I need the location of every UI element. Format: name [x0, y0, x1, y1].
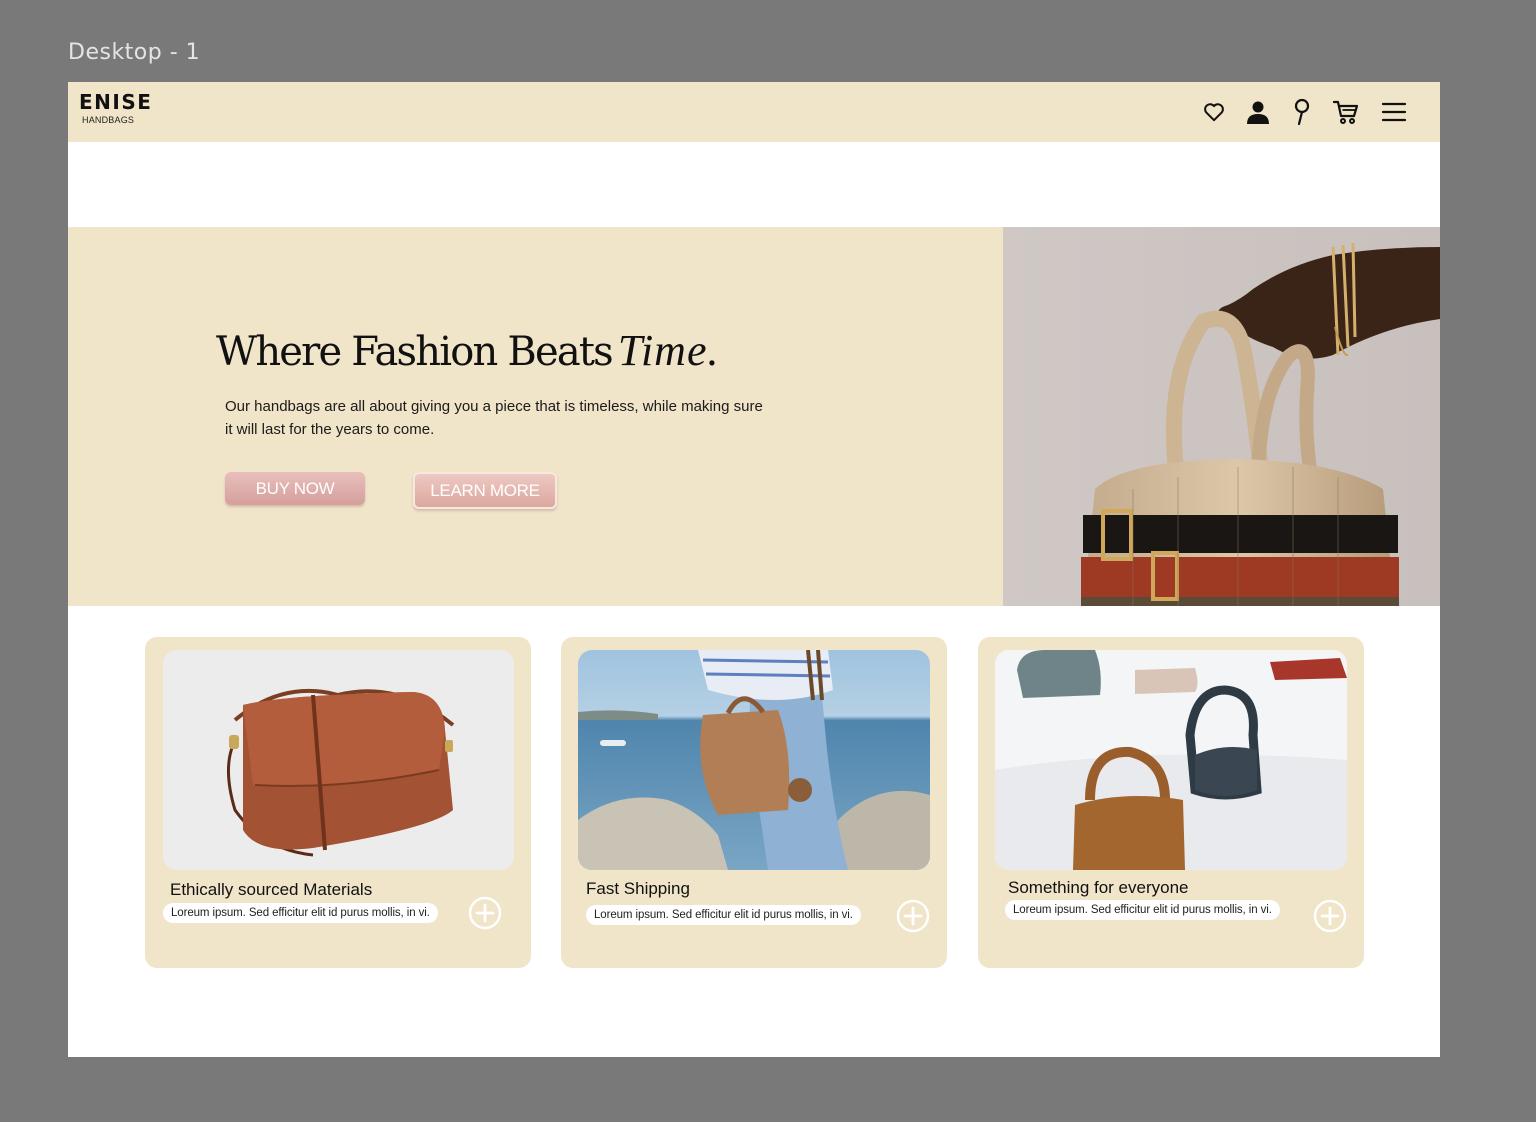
brand-logo[interactable]: ENISE HANDBAGS — [79, 90, 152, 125]
card-description: Loreum ipsum. Sed efficitur elit id puru… — [586, 905, 861, 925]
frame-label: Desktop - 1 — [68, 40, 201, 65]
brown-crossbody-bag-image — [163, 650, 514, 870]
top-navigation-bar: ENISE HANDBAGS — [68, 82, 1440, 142]
add-circle-icon[interactable] — [468, 896, 502, 930]
cart-icon[interactable] — [1324, 96, 1368, 128]
card-description: Loreum ipsum. Sed efficitur elit id puru… — [1005, 900, 1280, 920]
desktop-page: ENISE HANDBAGS Where Fashion Beats Time. … — [68, 82, 1440, 1057]
brand-tagline: HANDBAGS — [82, 115, 135, 125]
heart-icon[interactable] — [1192, 96, 1236, 128]
hero-description: Our handbags are all about giving you a … — [225, 398, 763, 438]
hero-title-script: Time. — [617, 326, 720, 375]
feature-card-materials: Ethically sourced Materials Loreum ipsum… — [145, 637, 531, 968]
user-icon[interactable] — [1236, 96, 1280, 128]
hero-section: Where Fashion Beats Time. Our handbags ar… — [68, 227, 1440, 606]
feature-card-shipping: Fast Shipping Loreum ipsum. Sed efficitu… — [561, 637, 947, 968]
handbag-collection-image — [995, 650, 1347, 870]
brand-name: ENISE — [79, 90, 153, 114]
beach-handbag-image — [578, 650, 930, 870]
hero-title: Where Fashion Beats Time. — [216, 325, 719, 376]
nav-icon-group — [1192, 96, 1416, 128]
feature-card-variety: Something for everyone Loreum ipsum. Sed… — [978, 637, 1364, 968]
add-circle-icon[interactable] — [1313, 899, 1347, 933]
hero-handbag-image — [1003, 227, 1440, 606]
location-pin-icon[interactable] — [1280, 96, 1324, 128]
menu-icon[interactable] — [1372, 96, 1416, 128]
learn-more-button[interactable]: LEARN MORE — [413, 472, 557, 509]
add-circle-icon[interactable] — [896, 899, 930, 933]
card-title: Ethically sourced Materials — [170, 880, 373, 899]
card-description: Loreum ipsum. Sed efficitur elit id puru… — [163, 903, 438, 923]
hero-title-text: Where Fashion Beats — [216, 329, 614, 375]
card-title: Something for everyone — [1008, 878, 1189, 897]
buy-now-button[interactable]: BUY NOW — [225, 472, 365, 505]
card-title: Fast Shipping — [586, 879, 690, 898]
